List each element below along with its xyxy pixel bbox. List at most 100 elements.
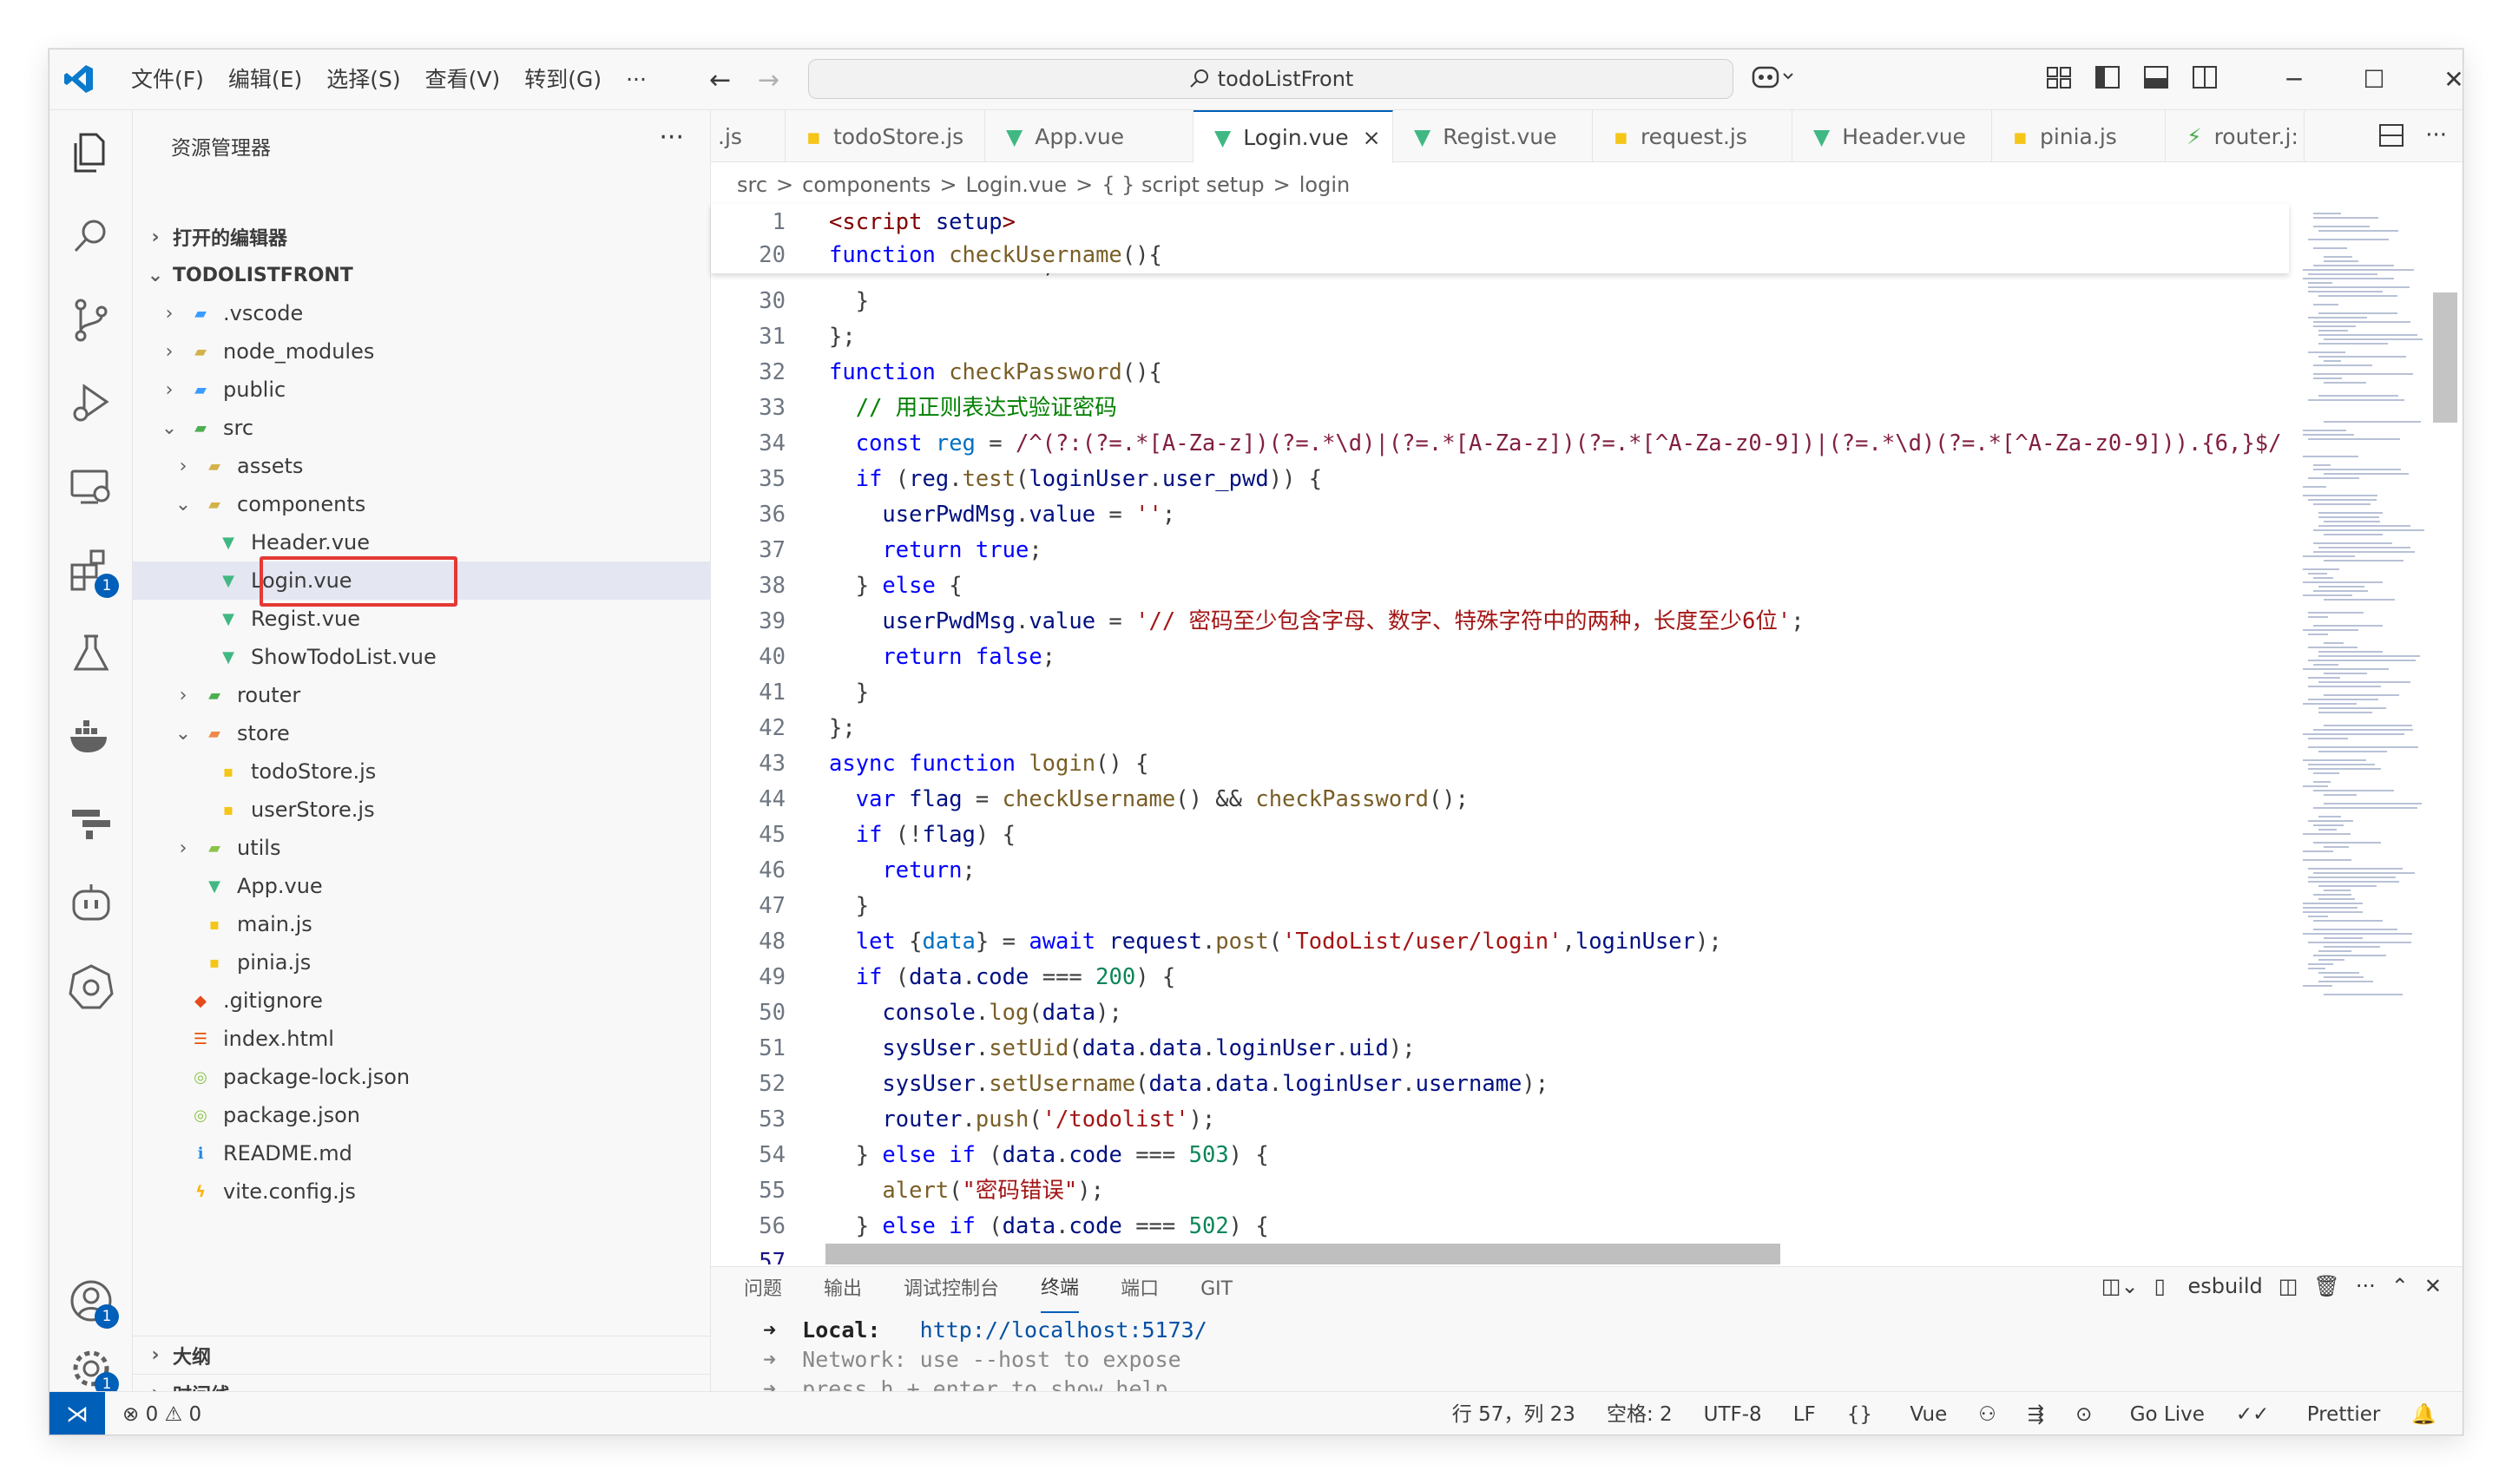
close-icon[interactable]: ✕ <box>2414 49 2463 110</box>
breadcrumb-item[interactable]: { } script setup <box>1101 173 1264 197</box>
tree-item[interactable]: ◎ package-lock.json <box>133 1058 711 1096</box>
git-graph-status-icon[interactable]: ⇶ <box>2028 1392 2044 1435</box>
editor-tab[interactable]: ▪ todoStore.js <box>786 110 985 162</box>
maximize-icon[interactable]: ☐ <box>2334 49 2414 110</box>
copilot-status-icon[interactable]: ⚇ <box>1978 1392 1996 1435</box>
editor-tab[interactable]: ▼ Regist.vue <box>1393 110 1593 162</box>
sticky-line[interactable]: 20 function checkUsername(){ <box>711 239 2289 272</box>
tree-item[interactable]: ⌄ ▰ src <box>133 409 711 447</box>
source-control-icon[interactable] <box>67 296 115 345</box>
arrow-right-icon[interactable]: → <box>758 65 779 95</box>
account-icon[interactable]: 1 <box>67 1277 119 1329</box>
minimize-icon[interactable]: ─ <box>2254 49 2334 110</box>
tree-item[interactable]: › ▰ utils <box>133 829 711 867</box>
more-actions-icon[interactable]: ··· <box>659 122 684 153</box>
code-line[interactable]: 40 return false; <box>711 640 2289 673</box>
code-line[interactable]: 51 sysUser.setUid(data.data.loginUser.ui… <box>711 1032 2289 1065</box>
tree-item[interactable]: ▼ ShowTodoList.vue <box>133 638 711 676</box>
code-line[interactable]: 36 userPwdMsg.value = ''; <box>711 498 2289 531</box>
project-section[interactable]: ⌄ TODOLISTFRONT <box>133 256 711 294</box>
breadcrumb-item[interactable]: login <box>1299 173 1350 197</box>
tree-item[interactable]: ▼ App.vue <box>133 867 711 905</box>
maximize-panel-icon[interactable]: ⌃ <box>2391 1274 2409 1298</box>
toggle-secondary-sidebar-icon[interactable] <box>2192 65 2218 89</box>
tree-item[interactable]: ⌄ ▰ components <box>133 485 711 523</box>
extensions-icon[interactable]: 1 <box>67 546 119 598</box>
code-line[interactable]: 53 router.push('/todolist'); <box>711 1103 2289 1136</box>
tree-item[interactable]: › ▰ node_modules <box>133 332 711 371</box>
kubernetes-icon[interactable] <box>67 962 115 1011</box>
gear-icon[interactable]: 1 <box>67 1344 119 1396</box>
copilot-chat-icon[interactable] <box>67 879 115 928</box>
tree-item[interactable]: ◆ .gitignore <box>133 982 711 1020</box>
code-line[interactable]: 46 return; <box>711 854 2289 887</box>
editor-tab[interactable]: ▼ App.vue <box>985 110 1194 162</box>
language-mode[interactable]: {} Vue <box>1847 1392 1947 1435</box>
tree-item[interactable]: › ▰ .vscode <box>133 294 711 332</box>
code-line[interactable]: 43 async function login() { <box>711 747 2289 780</box>
code-line[interactable]: 44 var flag = checkUsername() && checkPa… <box>711 783 2289 816</box>
menu-view[interactable]: 查看(V) <box>413 49 513 110</box>
tree-item[interactable]: ℹ README.md <box>133 1134 711 1172</box>
problems-indicator[interactable]: ⊗ 0 ⚠ 0 <box>122 1392 201 1435</box>
editor-tab[interactable]: ▼ Login.vue × <box>1194 110 1393 163</box>
copilot-icon[interactable] <box>1751 63 1796 95</box>
editor-tab[interactable]: ⚡ router.j: <box>2166 110 2305 162</box>
breadcrumb-item[interactable]: components <box>802 173 930 197</box>
explorer-icon[interactable] <box>67 129 115 178</box>
tab-ports[interactable]: 端口 <box>1121 1267 1159 1312</box>
tree-item[interactable]: ▪ main.js <box>133 905 711 943</box>
notifications-icon[interactable]: 🔔 <box>2411 1392 2436 1435</box>
prettier-button[interactable]: ✓✓ Prettier <box>2236 1392 2380 1435</box>
menu-edit[interactable]: 编辑(E) <box>216 49 314 110</box>
encoding[interactable]: UTF-8 <box>1704 1392 1762 1435</box>
docker-icon[interactable] <box>67 712 115 761</box>
code-line[interactable]: 54 } else if (data.code === 503) { <box>711 1139 2289 1172</box>
customize-layout-icon[interactable] <box>2046 65 2072 89</box>
code-line[interactable]: 31}; <box>711 320 2289 353</box>
new-terminal-icon[interactable]: ◫⌄ <box>2101 1274 2139 1298</box>
editor-tab[interactable]: ▪ request.js <box>1593 110 1792 162</box>
code-line[interactable]: 47 } <box>711 890 2289 923</box>
code-line[interactable]: 56 } else if (data.code === 502) { <box>711 1210 2289 1243</box>
indentation[interactable]: 空格: 2 <box>1607 1392 1673 1435</box>
minimap[interactable] <box>2291 204 2430 1264</box>
tree-item[interactable]: ▪ userStore.js <box>133 791 711 829</box>
code-line[interactable]: 50 console.log(data); <box>711 996 2289 1029</box>
code-line[interactable]: 33 // 用正则表达式验证密码 <box>711 391 2289 424</box>
go-live-button[interactable]: ⊙ Go Live <box>2075 1392 2205 1435</box>
tree-item[interactable]: ⌄ ▰ store <box>133 714 711 752</box>
tree-item[interactable]: ▪ todoStore.js <box>133 752 711 791</box>
toggle-primary-sidebar-icon[interactable] <box>2094 65 2121 89</box>
tab-problems[interactable]: 问题 <box>744 1267 782 1312</box>
editor-tab[interactable]: .js <box>711 110 786 162</box>
tree-item[interactable]: ☰ index.html <box>133 1020 711 1058</box>
breadcrumb-item[interactable]: src <box>737 173 767 197</box>
horizontal-scrollbar[interactable] <box>825 1244 1780 1264</box>
tree-item[interactable]: › ▰ router <box>133 676 711 714</box>
menu-file[interactable]: 文件(F) <box>119 49 216 110</box>
code-line[interactable]: 42}; <box>711 712 2289 745</box>
editor-tab[interactable]: ▪ pinia.js <box>1992 110 2166 162</box>
search-icon[interactable] <box>67 213 115 261</box>
testing-icon[interactable] <box>67 629 115 678</box>
close-panel-icon[interactable]: ✕ <box>2424 1274 2442 1298</box>
code-line[interactable]: 38 } else { <box>711 569 2289 602</box>
tab-debug-console[interactable]: 调试控制台 <box>904 1267 999 1312</box>
terminal-instance[interactable]: ▯ esbuild <box>2154 1274 2263 1298</box>
tab-output[interactable]: 输出 <box>824 1267 862 1312</box>
code-line[interactable]: 30 } <box>711 285 2289 318</box>
split-editor-icon[interactable] <box>2378 123 2404 148</box>
tree-item[interactable]: › ▰ public <box>133 371 711 409</box>
vertical-scrollbar[interactable] <box>2433 292 2457 423</box>
remote-explorer-icon[interactable] <box>67 463 115 511</box>
code-line[interactable]: 35 if (reg.test(loginUser.user_pwd)) { <box>711 463 2289 496</box>
code-line[interactable]: 41 } <box>711 676 2289 709</box>
sticky-scroll[interactable]: 1 <script setup> 20 function checkUsername(… <box>711 204 2289 273</box>
git-graph-icon[interactable] <box>67 796 115 844</box>
split-terminal-icon[interactable]: ◫ <box>2279 1274 2298 1298</box>
toggle-panel-icon[interactable] <box>2143 65 2169 89</box>
tree-item[interactable]: › ▰ assets <box>133 447 711 485</box>
panel-more-icon[interactable]: ··· <box>2356 1274 2376 1298</box>
tree-item[interactable]: ϟ vite.config.js <box>133 1172 711 1211</box>
